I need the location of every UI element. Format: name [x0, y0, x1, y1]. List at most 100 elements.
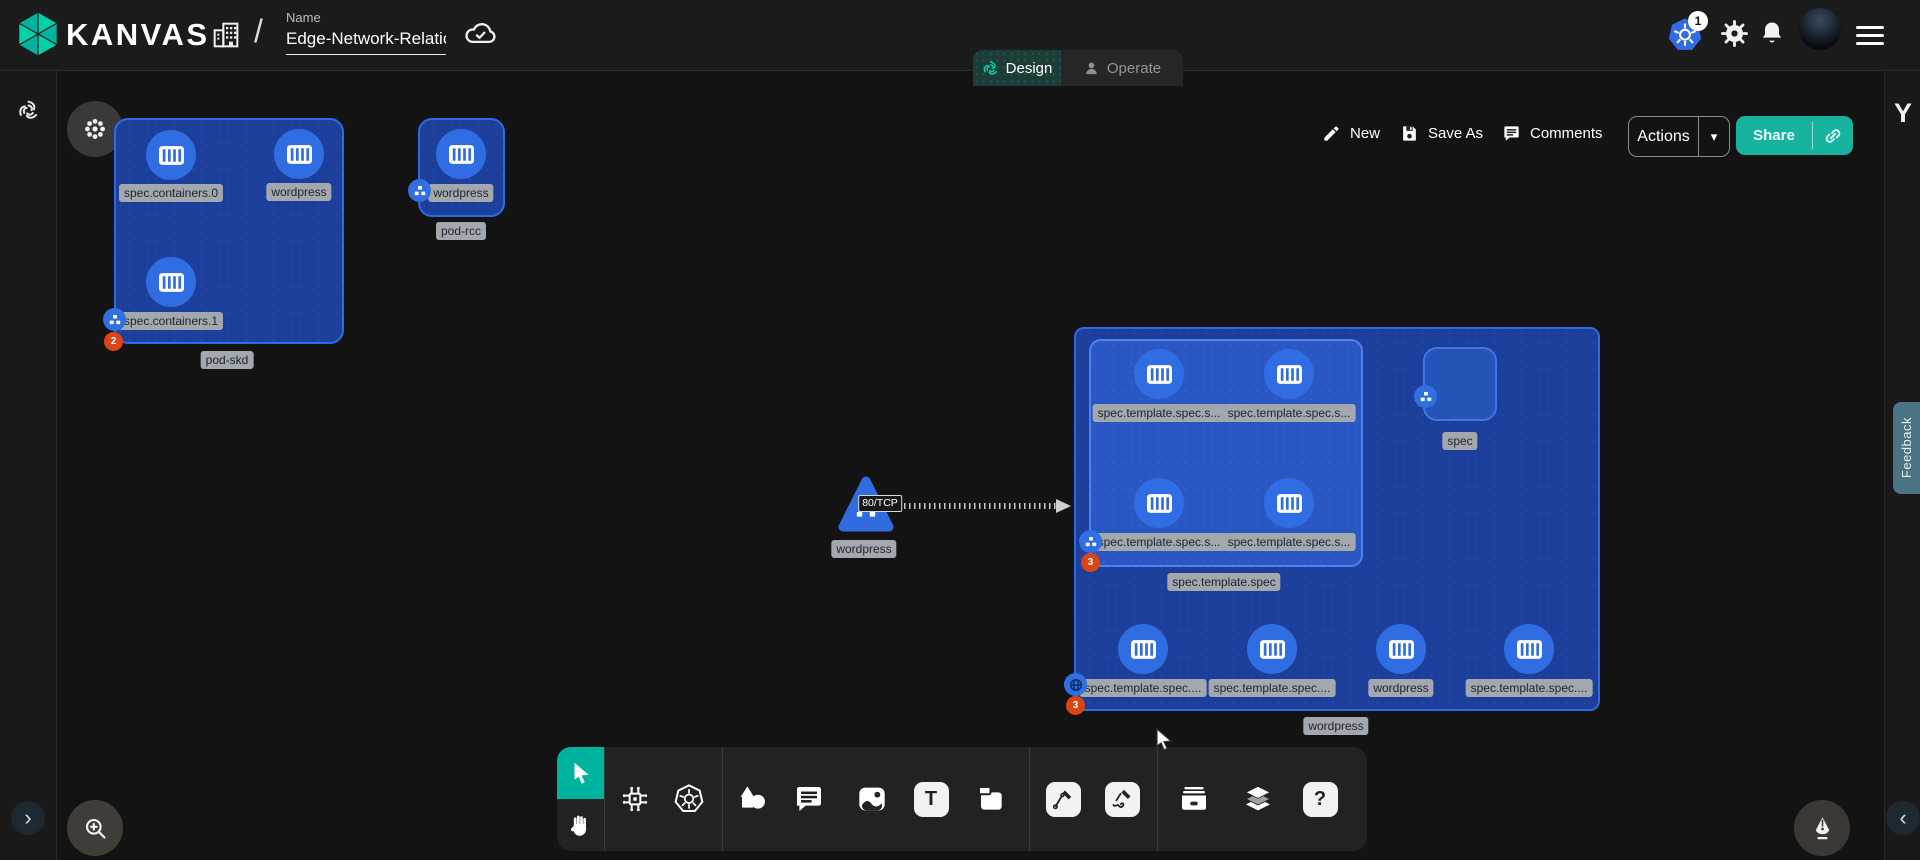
tab-operate[interactable]: Operate [1061, 50, 1183, 86]
actions-dropdown-button[interactable]: Actions ▾ [1628, 116, 1730, 157]
chevron-left-icon: ‹ [1899, 807, 1906, 829]
hamburger-menu-icon[interactable] [1856, 26, 1884, 45]
node-spec-containers-1[interactable] [146, 257, 196, 307]
deployment-badge[interactable] [1064, 673, 1087, 696]
node-wordpress-container[interactable] [274, 129, 324, 179]
zoom-button[interactable] [67, 800, 123, 856]
caret-down-icon[interactable]: ▾ [1699, 129, 1729, 145]
layers-tool-button[interactable] [1236, 777, 1280, 821]
operate-person-icon [1083, 60, 1100, 77]
pod-icon [413, 184, 427, 198]
pan-tool-button[interactable] [557, 799, 604, 851]
node-wordpress-container[interactable] [436, 129, 486, 179]
pencil-icon [1322, 124, 1341, 143]
group-pod-skd[interactable]: spec.containers.0 wordpress spec.contain… [114, 118, 344, 344]
pod-icon [108, 313, 122, 327]
node-template-container[interactable] [1264, 478, 1314, 528]
service-edge[interactable] [894, 503, 1058, 509]
toolbar-divider [722, 747, 723, 851]
kanvas-logo-text: KANVAS [66, 0, 210, 70]
node-label: wordpress [266, 183, 331, 201]
hand-icon [567, 812, 594, 839]
node-template-container[interactable] [1134, 349, 1184, 399]
node-label: spec.containers.1 [119, 312, 223, 330]
pod-badge[interactable] [408, 179, 431, 202]
group-spec-template-spec[interactable]: spec.template.spec.s... spec.template.sp… [1089, 339, 1363, 567]
pod-badge[interactable] [103, 308, 126, 331]
notifications-bell-icon[interactable] [1758, 19, 1786, 47]
group-deployment-wordpress[interactable]: spec.template.spec.s... spec.template.sp… [1074, 327, 1600, 711]
toolbar-divider [604, 747, 605, 851]
design-name-input[interactable] [286, 27, 446, 55]
node-deployment-container[interactable] [1376, 624, 1426, 674]
edge-port-label: 80/TCP [858, 495, 902, 512]
shapes-tool-button[interactable] [730, 777, 774, 821]
share-button[interactable]: Share [1736, 116, 1853, 155]
copy-link-icon[interactable] [1813, 126, 1853, 146]
select-tool-button[interactable] [557, 747, 604, 799]
group-label: pod-skd [201, 351, 254, 369]
actions-label: Actions [1629, 128, 1698, 146]
meshery-spiral-icon[interactable] [17, 99, 40, 122]
issue-count-badge[interactable]: 2 [104, 332, 123, 351]
pen-nib-icon [1809, 815, 1836, 842]
settings-gear-icon[interactable] [1719, 18, 1750, 49]
group-label: spec.template.spec [1167, 573, 1280, 591]
container-icon [1388, 639, 1415, 660]
expand-left-dock-button[interactable]: › [11, 801, 45, 835]
pod-icon [1419, 390, 1433, 404]
node-label: wordpress [1368, 679, 1433, 697]
pen-mode-button[interactable] [1794, 800, 1850, 856]
freehand-draw-tool-button[interactable] [1100, 777, 1144, 821]
group-pod-rcc[interactable]: wordpress pod-rcc [418, 118, 505, 217]
user-avatar[interactable] [1799, 8, 1841, 50]
container-icon [286, 144, 313, 165]
draw-line-tool-button[interactable] [1041, 777, 1085, 821]
node-label: spec.template.spec.s... [1223, 404, 1356, 422]
globe-icon [1068, 677, 1084, 693]
comment-tool-button[interactable] [787, 777, 831, 821]
kubernetes-tool-button[interactable] [667, 777, 711, 821]
node-deployment-container[interactable] [1504, 624, 1554, 674]
feedback-tab[interactable]: Feedback [1893, 402, 1920, 494]
save-as-button[interactable]: Save As [1400, 124, 1483, 143]
container-icon [1146, 364, 1173, 385]
issue-count-badge[interactable]: 3 [1066, 696, 1085, 715]
container-icon [158, 145, 185, 166]
flower-icon [82, 116, 108, 142]
top-bar: KANVAS / Name Design Operate 1 [0, 0, 1920, 71]
pod-badge[interactable] [1079, 530, 1102, 553]
share-label: Share [1736, 127, 1812, 144]
note-tool-button[interactable] [969, 777, 1013, 821]
node-label: wordpress [428, 184, 493, 202]
container-icon [1516, 639, 1543, 660]
node-spec-containers-0[interactable] [146, 130, 196, 180]
chevron-right-icon: › [24, 807, 31, 829]
pod-badge[interactable] [1414, 385, 1437, 408]
new-button[interactable]: New [1322, 124, 1380, 143]
pod-icon [1084, 535, 1098, 549]
help-tool-button[interactable]: ? [1298, 777, 1342, 821]
breadcrumb-slash: / [254, 13, 263, 50]
dock-toolbar: T ? [557, 747, 1367, 851]
image-tool-button[interactable] [850, 777, 894, 821]
text-tool-button[interactable]: T [909, 777, 953, 821]
tab-design[interactable]: Design [973, 50, 1061, 86]
design-name-field: Name [286, 10, 450, 55]
service-label: wordpress [831, 540, 896, 558]
components-tool-button[interactable] [613, 777, 657, 821]
node-template-container[interactable] [1134, 478, 1184, 528]
node-deployment-container[interactable] [1247, 624, 1297, 674]
new-label: New [1350, 125, 1380, 142]
node-deployment-container[interactable] [1118, 624, 1168, 674]
container-icon [1276, 364, 1303, 385]
comments-button[interactable]: Comments [1502, 124, 1603, 143]
design-name-label: Name [286, 10, 450, 25]
drawer-tool-button[interactable] [1172, 777, 1216, 821]
node-template-container[interactable] [1264, 349, 1314, 399]
expand-right-dock-button[interactable]: ‹ [1886, 801, 1920, 835]
organization-icon[interactable] [210, 19, 242, 51]
y-dock-handle[interactable]: Y [1885, 98, 1920, 129]
node-spec[interactable]: spec [1423, 347, 1497, 421]
issue-count-badge[interactable]: 3 [1081, 553, 1100, 572]
